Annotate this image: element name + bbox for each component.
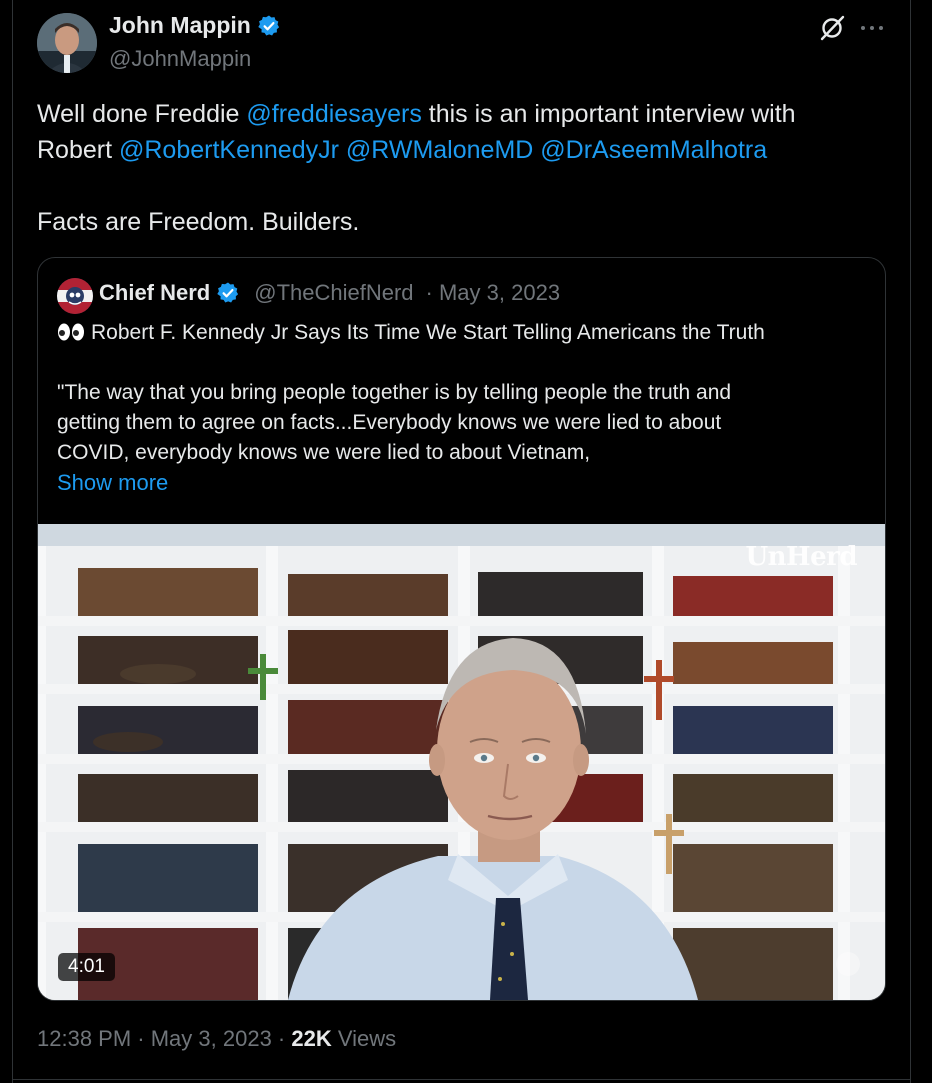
- quoted-avatar[interactable]: [57, 278, 93, 314]
- verified-badge-icon: [217, 282, 239, 303]
- views-count: 22K: [291, 1026, 332, 1051]
- mention-link[interactable]: @DrAseemMalhotra: [540, 136, 767, 164]
- quoted-author-handle[interactable]: @TheChiefNerd: [254, 280, 413, 306]
- column-border-right: [910, 0, 911, 1083]
- divider: [12, 1079, 910, 1080]
- tweet-line-1: Well done Freddie @freddiesayers this is…: [37, 96, 897, 132]
- tweet-meta: 12:38 PM · May 3, 2023 · 22K Views: [37, 1026, 396, 1052]
- quoted-body-line: COVID, everybody knows we were lied to a…: [57, 441, 591, 464]
- quoted-headline: Robert F. Kennedy Jr Says Its Time We St…: [57, 318, 867, 348]
- author-handle[interactable]: @JohnMappin: [109, 46, 251, 72]
- quoted-body-line: getting them to agree on facts...Everybo…: [57, 411, 722, 434]
- eyes-emoji-icon: [58, 323, 84, 341]
- show-more-link[interactable]: Show more: [57, 468, 867, 498]
- column-border-left: [12, 0, 13, 1083]
- meta-separator: ·: [271, 1026, 292, 1051]
- meta-separator: ·: [131, 1026, 151, 1051]
- tweet-text-segment: Robert: [37, 136, 119, 164]
- tweet-text: Well done Freddie @freddiesayers this is…: [37, 96, 897, 240]
- video-player[interactable]: UnHerd 4:01: [38, 524, 885, 1000]
- author-avatar[interactable]: [37, 13, 97, 73]
- author-name[interactable]: John Mappin: [109, 12, 251, 39]
- video-thumbnail: [38, 524, 885, 1000]
- tweet-time[interactable]: 12:38 PM: [37, 1026, 131, 1051]
- quoted-headline-text: Robert F. Kennedy Jr Says Its Time We St…: [91, 321, 765, 344]
- tweet-text-segment: Well done Freddie: [37, 100, 247, 128]
- quoted-header: Chief Nerd @TheChiefNerd · May 3, 2023: [99, 280, 560, 306]
- video-duration-badge: 4:01: [58, 953, 115, 981]
- chief-nerd-avatar-icon: [57, 278, 93, 314]
- quoted-text: Robert F. Kennedy Jr Says Its Time We St…: [57, 318, 867, 498]
- avatar-photo: [37, 13, 97, 73]
- author-name-row: John Mappin: [109, 12, 281, 39]
- mention-link[interactable]: @RWMaloneMD: [346, 136, 533, 164]
- tweet-text-segment: this is an important interview with: [421, 100, 796, 128]
- tweet-line-2: Robert @RobertKennedyJr @RWMaloneMD @DrA…: [37, 132, 897, 168]
- mention-link[interactable]: @RobertKennedyJr: [119, 136, 339, 164]
- more-options-icon[interactable]: [858, 14, 886, 42]
- grok-icon[interactable]: [818, 14, 846, 42]
- quoted-author-name[interactable]: Chief Nerd: [99, 280, 210, 306]
- tweet-date[interactable]: May 3, 2023: [151, 1026, 272, 1051]
- verified-badge-icon: [258, 15, 279, 35]
- mention-link[interactable]: @freddiesayers: [246, 100, 421, 128]
- quoted-tweet-card[interactable]: Chief Nerd @TheChiefNerd · May 3, 2023 R…: [37, 257, 886, 1001]
- video-watermark: UnHerd: [745, 542, 857, 572]
- views-label: Views: [337, 1026, 397, 1051]
- quoted-body-line: "The way that you bring people together …: [57, 381, 732, 404]
- quoted-date[interactable]: · May 3, 2023: [426, 280, 561, 306]
- tweet-line-3: Facts are Freedom. Builders.: [37, 208, 360, 236]
